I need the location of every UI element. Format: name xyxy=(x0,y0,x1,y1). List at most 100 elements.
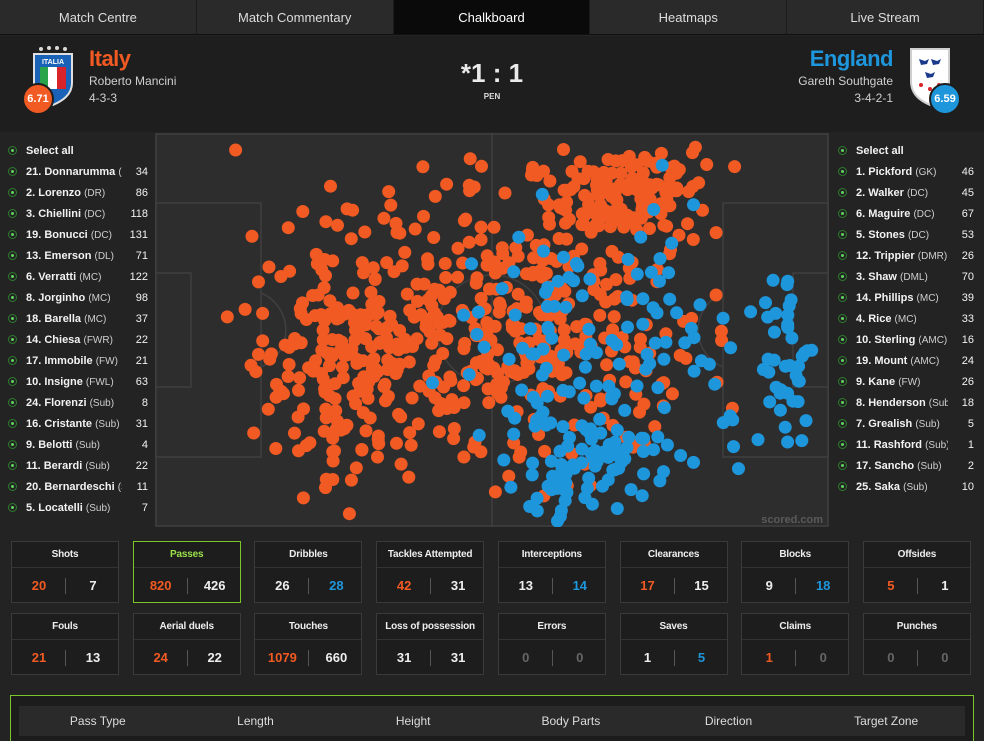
home-pass-marker[interactable] xyxy=(328,377,342,391)
home-pass-marker[interactable] xyxy=(319,481,332,495)
away-pass-marker[interactable] xyxy=(508,411,522,425)
away-pass-marker[interactable] xyxy=(732,462,745,476)
home-pass-marker[interactable] xyxy=(417,209,430,223)
home-pass-marker[interactable] xyxy=(439,271,453,284)
home-pass-marker[interactable] xyxy=(700,158,714,171)
away-pass-marker[interactable] xyxy=(497,453,511,467)
home-pass-marker[interactable] xyxy=(360,382,374,396)
home-pass-marker[interactable] xyxy=(315,367,328,381)
player-row[interactable]: 19. Mount (AMC) 24 xyxy=(838,350,974,371)
home-pass-marker[interactable] xyxy=(511,287,525,301)
away-pass-marker[interactable] xyxy=(687,198,700,212)
home-pass-marker[interactable] xyxy=(323,294,337,308)
away-pass-marker[interactable] xyxy=(608,463,622,477)
home-pass-marker[interactable] xyxy=(559,216,572,230)
home-pass-marker[interactable] xyxy=(402,470,416,484)
checkbox-icon[interactable] xyxy=(838,398,847,407)
home-pass-marker[interactable] xyxy=(451,241,465,255)
player-row[interactable]: 11. Berardi (Sub) 22 xyxy=(8,455,148,476)
player-row[interactable]: 17. Sancho (Sub) 2 xyxy=(838,455,974,476)
home-pass-marker[interactable] xyxy=(292,383,305,397)
away-pass-marker[interactable] xyxy=(533,410,547,424)
away-pass-marker[interactable] xyxy=(759,296,772,310)
home-pass-marker[interactable] xyxy=(310,257,324,271)
home-pass-marker[interactable] xyxy=(428,391,442,405)
home-pass-marker[interactable] xyxy=(381,353,395,367)
away-pass-marker[interactable] xyxy=(781,274,795,288)
home-pass-marker[interactable] xyxy=(728,160,742,174)
checkbox-icon[interactable] xyxy=(8,314,17,323)
home-pass-marker[interactable] xyxy=(367,370,381,383)
home-pass-marker[interactable] xyxy=(261,402,275,416)
home-pass-marker[interactable] xyxy=(256,334,270,348)
home-pass-marker[interactable] xyxy=(294,336,308,350)
home-pass-marker[interactable] xyxy=(447,432,461,446)
away-pass-marker[interactable] xyxy=(557,348,571,362)
stat-offsides[interactable]: Offsides 5 1 xyxy=(862,541,971,603)
home-pass-marker[interactable] xyxy=(348,316,361,329)
away-pass-marker[interactable] xyxy=(767,353,781,367)
home-pass-marker[interactable] xyxy=(346,286,360,300)
away-pass-marker[interactable] xyxy=(470,327,484,341)
away-pass-marker[interactable] xyxy=(778,420,792,434)
home-pass-marker[interactable] xyxy=(692,176,706,190)
away-pass-marker[interactable] xyxy=(763,395,777,409)
away-pass-marker[interactable] xyxy=(562,385,576,399)
away-pass-marker[interactable] xyxy=(588,444,602,458)
player-row[interactable]: 14. Phillips (MC) 39 xyxy=(838,287,974,308)
away-pass-marker[interactable] xyxy=(575,419,589,433)
away-pass-marker[interactable] xyxy=(537,244,550,258)
filter-direction[interactable]: Direction xyxy=(650,706,808,736)
home-pass-marker[interactable] xyxy=(488,266,502,280)
checkbox-icon[interactable] xyxy=(838,293,847,302)
home-pass-marker[interactable] xyxy=(714,324,728,338)
away-pass-marker[interactable] xyxy=(630,267,644,281)
away-pass-marker[interactable] xyxy=(567,274,581,288)
home-pass-marker[interactable] xyxy=(599,295,613,309)
home-pass-marker[interactable] xyxy=(371,450,384,464)
checkbox-icon[interactable] xyxy=(838,335,847,344)
player-row[interactable]: 21. Donnarumma (... 34 xyxy=(8,161,148,182)
away-pass-marker[interactable] xyxy=(578,360,592,374)
away-pass-marker[interactable] xyxy=(651,430,665,444)
home-pass-marker[interactable] xyxy=(568,337,582,351)
home-pass-marker[interactable] xyxy=(299,313,313,326)
home-pass-marker[interactable] xyxy=(514,445,528,459)
away-pass-marker[interactable] xyxy=(553,444,567,458)
player-row[interactable]: 14. Chiesa (FWR) 22 xyxy=(8,329,148,350)
home-pass-marker[interactable] xyxy=(622,210,636,224)
home-pass-marker[interactable] xyxy=(344,473,358,487)
home-pass-marker[interactable] xyxy=(508,324,522,338)
home-pass-marker[interactable] xyxy=(296,205,310,218)
home-pass-marker[interactable] xyxy=(615,154,629,168)
stat-interceptions[interactable]: Interceptions 13 14 xyxy=(497,541,606,603)
home-pass-marker[interactable] xyxy=(364,285,378,299)
away-pass-marker[interactable] xyxy=(663,292,677,306)
away-pass-marker[interactable] xyxy=(525,347,539,361)
away-pass-marker[interactable] xyxy=(781,320,795,334)
away-pass-marker[interactable] xyxy=(546,469,559,483)
player-row[interactable]: 2. Lorenzo (DR) 86 xyxy=(8,182,148,203)
home-pass-marker[interactable] xyxy=(593,257,607,270)
home-pass-marker[interactable] xyxy=(383,309,397,323)
player-row[interactable]: 8. Jorginho (MC) 98 xyxy=(8,287,148,308)
away-pass-marker[interactable] xyxy=(530,491,544,505)
checkbox-icon[interactable] xyxy=(838,482,847,491)
player-row[interactable]: 19. Bonucci (DC) 131 xyxy=(8,224,148,245)
away-pass-marker[interactable] xyxy=(535,187,549,201)
player-row[interactable]: 10. Sterling (AMC) 16 xyxy=(838,329,974,350)
away-pass-marker[interactable] xyxy=(582,322,596,336)
home-pass-marker[interactable] xyxy=(457,342,471,356)
home-pass-marker[interactable] xyxy=(427,306,441,320)
home-pass-marker[interactable] xyxy=(542,210,556,224)
away-pass-marker[interactable] xyxy=(670,306,684,320)
away-pass-marker[interactable] xyxy=(577,391,591,405)
away-pass-marker[interactable] xyxy=(639,362,653,376)
away-pass-marker[interactable] xyxy=(621,320,634,334)
checkbox-icon[interactable] xyxy=(838,209,847,218)
home-pass-marker[interactable] xyxy=(328,392,342,406)
home-pass-marker[interactable] xyxy=(463,152,477,166)
player-row[interactable]: 17. Immobile (FW) 21 xyxy=(8,350,148,371)
away-pass-marker[interactable] xyxy=(582,471,596,485)
home-pass-marker[interactable] xyxy=(358,225,372,239)
